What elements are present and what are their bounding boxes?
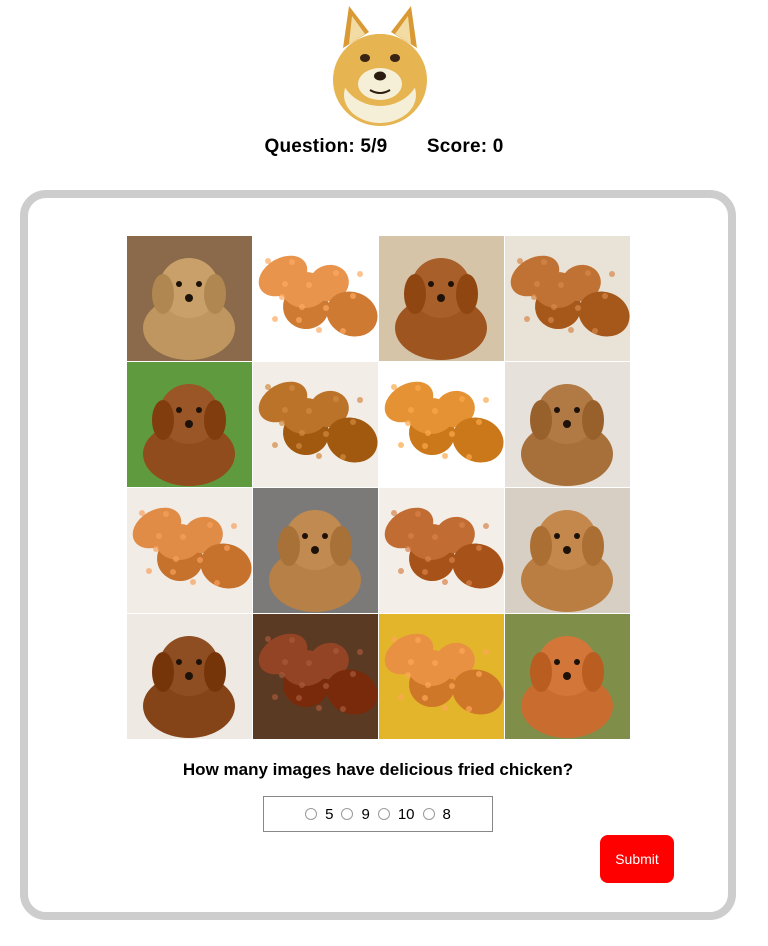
dog-photo-tile [127,614,252,739]
radio-button[interactable] [377,808,390,820]
option-label: 8 [442,805,451,823]
question-prompt: How many images have delicious fried chi… [182,760,574,779]
fried-chicken-photo-tile [253,236,378,361]
dog-photo-tile [127,236,252,361]
option-label: 5 [325,805,334,823]
image-grid [127,236,631,740]
submit-button[interactable]: Submit [600,835,674,883]
dog-photo-tile [505,488,630,613]
dog-photo-tile [505,614,630,739]
quiz-card: How many images have delicious fried chi… [20,190,736,920]
radio-button[interactable] [341,808,354,820]
question-counter: Question: 5/9 [264,136,388,157]
status-bar: Question: 5/9 Score: 0 [0,136,768,158]
fried-chicken-photo-tile [379,488,504,613]
dog-photo-tile [379,236,504,361]
fried-chicken-photo-tile [505,236,630,361]
fried-chicken-photo-tile [253,362,378,487]
fried-chicken-photo-tile [379,614,504,739]
fried-chicken-photo-tile [127,488,252,613]
option-8[interactable]: 8 [422,805,451,823]
score-display: Score: 0 [426,136,504,157]
radio-button[interactable] [422,808,435,820]
fried-chicken-photo-tile [379,362,504,487]
radio-button[interactable] [305,808,318,820]
dog-photo-tile [127,362,252,487]
option-5[interactable]: 5 [305,806,333,823]
fried-chicken-photo-tile [253,614,378,739]
answer-options: 5 9 10 8 [263,796,493,832]
quiz-page: Question: 5/9 Score: 0 How many images h… [0,0,768,946]
option-9[interactable]: 9 [341,805,370,823]
doge-logo-icon [325,0,435,130]
option-10[interactable]: 10 [377,805,415,823]
option-label: 9 [361,805,370,823]
dog-photo-tile [253,488,378,613]
dog-photo-tile [505,362,630,487]
option-label: 10 [397,805,415,823]
